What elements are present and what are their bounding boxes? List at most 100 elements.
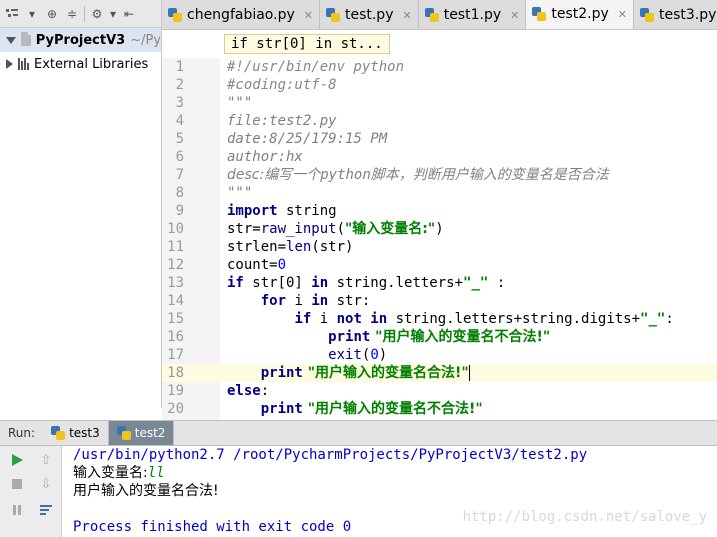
code-line: print "用户输入的变量名不合法!": [220, 400, 717, 418]
tree-item-project[interactable]: PyProjectV3 ~/Py: [0, 28, 161, 52]
line-number: 11: [167, 239, 184, 255]
pause-icon[interactable]: [9, 502, 25, 518]
python-file-icon: [325, 8, 340, 22]
console-result: 用户输入的变量名合法!: [73, 483, 219, 499]
code-line: count=0: [220, 256, 717, 274]
expand-arrow-icon[interactable]: [6, 36, 16, 44]
line-number: 17: [167, 347, 184, 363]
collapse-arrow-icon[interactable]: [6, 59, 13, 69]
line-number: 2: [175, 77, 184, 93]
target-icon[interactable]: ⊕: [44, 6, 60, 22]
number-literal: 0: [277, 257, 287, 273]
code-line: if str[0] in string.letters+"_" :: [220, 274, 717, 292]
collapse-icon[interactable]: ≑: [64, 6, 80, 22]
run-panel-header: Run: test3 test2: [0, 420, 717, 446]
code-text: (str): [311, 239, 354, 255]
code-line: strlen=len(str): [220, 238, 717, 256]
tab-test2[interactable]: test2.py ✕: [526, 0, 634, 29]
python-file-icon: [424, 8, 439, 22]
tab-test3[interactable]: test3.py: [633, 0, 717, 29]
code-text: ): [378, 347, 388, 363]
watermark: http://blog.csdn.net/salove_y: [462, 509, 707, 525]
code-line: author:hx: [220, 148, 717, 166]
code-area[interactable]: #!/usr/bin/env python #coding:utf-8 """ …: [220, 58, 717, 420]
code-text: str:: [328, 293, 371, 309]
code-line: if i not in string.letters+string.digits…: [220, 310, 717, 328]
code-text: count=: [227, 257, 278, 273]
line-number: 3: [175, 95, 184, 111]
keyword: not in: [336, 311, 388, 327]
project-toolbar: ▾ ⊕ ≑ ⚙ ▾ ⇤: [0, 0, 162, 28]
code-line: #!/usr/bin/env python: [220, 58, 717, 76]
console-prompt: 输入变量名:: [73, 465, 148, 481]
close-icon[interactable]: ✕: [510, 9, 519, 22]
line-number: 6: [175, 149, 184, 165]
keyword: if: [227, 275, 244, 291]
code-text: str[0]: [243, 275, 312, 291]
current-code-line: print "用户输入的变量名合法!": [220, 364, 717, 382]
code-breadcrumb[interactable]: if str[0] in st...: [224, 34, 390, 54]
python-file-icon: [116, 426, 131, 440]
soft-wrap-icon[interactable]: [38, 502, 54, 518]
folder-icon: [21, 31, 31, 46]
python-file-icon: [51, 426, 66, 440]
code-text: str=: [227, 221, 261, 237]
code-text: :: [488, 275, 506, 291]
project-path: ~/Py: [130, 32, 161, 48]
tree-icon[interactable]: [4, 6, 20, 22]
code-line: """: [220, 184, 717, 202]
chevron-down-icon[interactable]: ▾: [24, 6, 40, 22]
line-number: 16: [167, 329, 184, 345]
run-icon[interactable]: [9, 452, 25, 468]
run-label: Run:: [8, 426, 36, 440]
code-editor[interactable]: if str[0] in st... 1 2 3 4 5 6 7 8 9 10 …: [162, 30, 717, 420]
tab-label: test1.py: [443, 7, 502, 23]
stop-icon[interactable]: [9, 476, 25, 492]
line-number: 13: [167, 275, 184, 291]
builtin: raw_input: [260, 221, 337, 237]
tree-item-label: External Libraries: [34, 56, 149, 72]
close-icon[interactable]: ✕: [304, 9, 313, 22]
docstring: """: [227, 95, 253, 111]
string-literal: "输入变量名:": [345, 221, 436, 237]
editor-tabs: chengfabiao.py ✕ test.py ✕ test1.py ✕ te…: [162, 0, 717, 30]
tree-item-external-libraries[interactable]: External Libraries: [0, 52, 161, 76]
arrow-up-icon[interactable]: ⇧: [38, 452, 54, 468]
keyword: print: [328, 329, 371, 345]
docstring: 脚本，判断用户输入的变量名是否合法: [370, 167, 609, 183]
chevron-down-icon[interactable]: ▾: [109, 6, 117, 22]
line-number: 20: [167, 401, 184, 417]
close-icon[interactable]: ✕: [402, 9, 411, 22]
tab-test[interactable]: test.py ✕: [319, 0, 419, 29]
python-file-icon: [639, 8, 654, 22]
project-tree: PyProjectV3 ~/Py External Libraries: [0, 28, 162, 408]
gear-icon[interactable]: ⚙: [89, 6, 105, 22]
run-tab-test3[interactable]: test3: [43, 421, 109, 445]
keyword: in: [311, 293, 329, 309]
arrow-down-icon[interactable]: ⇩: [38, 476, 54, 492]
close-icon[interactable]: ✕: [618, 8, 627, 21]
tab-label: test3.py: [658, 7, 717, 23]
tab-chengfabiao[interactable]: chengfabiao.py ✕: [162, 0, 320, 29]
code-text: string.letters+string.digits+: [387, 311, 641, 327]
console-command: /usr/bin/python2.7 /root/PycharmProjects…: [73, 447, 588, 463]
code-line: """: [220, 94, 717, 112]
code-line: exit(0): [220, 346, 717, 364]
code-line: file:test2.py: [220, 112, 717, 130]
code-line: str=raw_input("输入变量名:"): [220, 220, 717, 238]
run-tab-test2[interactable]: test2: [108, 421, 175, 445]
tab-label: chengfabiao.py: [187, 7, 295, 23]
hide-icon[interactable]: ⇤: [121, 6, 137, 22]
line-number: 14: [167, 293, 184, 309]
keyword: import: [227, 203, 278, 219]
console-prompt-line: 输入变量名:ll: [73, 464, 717, 482]
code-line: import string: [220, 202, 717, 220]
code-text: :: [665, 311, 674, 327]
tab-test1[interactable]: test1.py ✕: [418, 0, 527, 29]
project-name: PyProjectV3: [35, 32, 126, 48]
keyword: if: [294, 311, 312, 327]
code-text: i: [311, 311, 337, 327]
